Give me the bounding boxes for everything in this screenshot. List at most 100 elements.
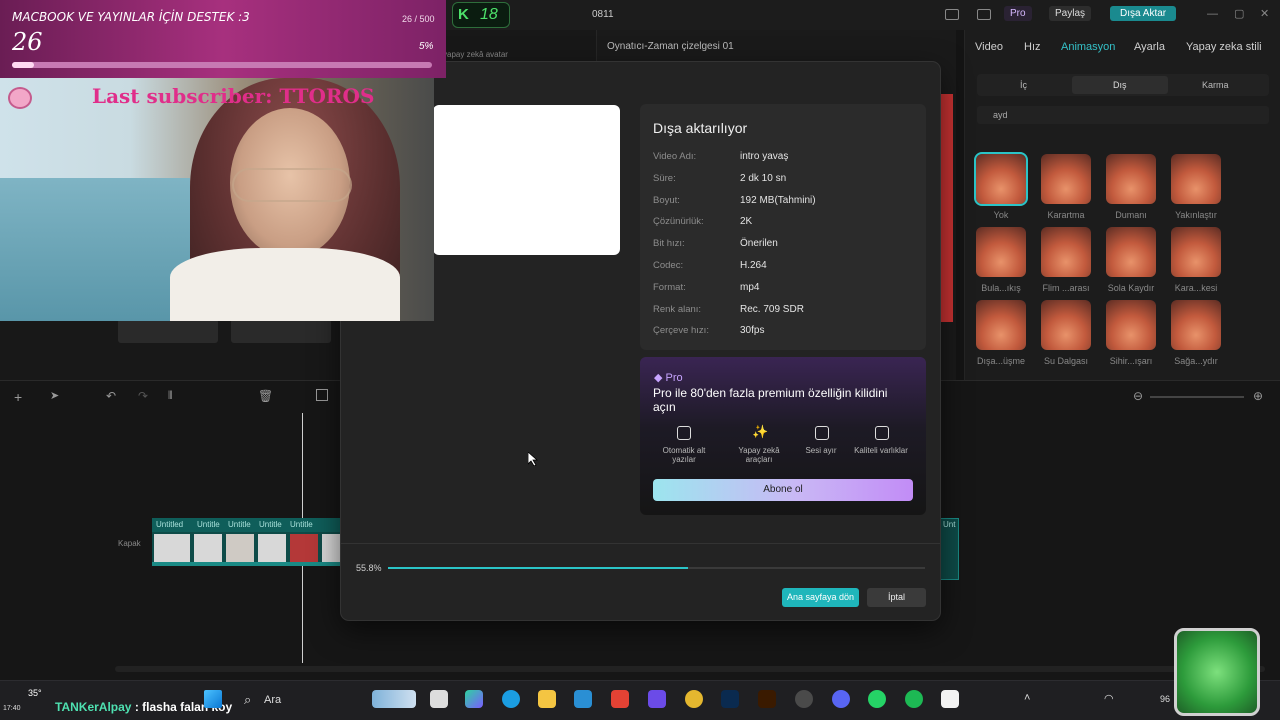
field-key: Video Adı: xyxy=(653,151,697,162)
minimize-icon[interactable]: — xyxy=(1207,8,1218,20)
effect-thumb[interactable] xyxy=(1171,227,1221,277)
wifi-icon[interactable]: ◠ xyxy=(1104,692,1114,705)
discord-icon[interactable] xyxy=(832,690,850,708)
export-progress-text: 55.8% xyxy=(356,563,382,573)
tab-speed[interactable]: Hız xyxy=(1024,41,1041,53)
zoom-slider[interactable] xyxy=(1150,396,1244,398)
effect-thumb[interactable] xyxy=(974,152,1028,206)
field-value: Rec. 709 SDR xyxy=(740,303,804,315)
task-view-icon[interactable] xyxy=(430,690,448,708)
ai-avatar-label[interactable]: yapay zekâ avatar xyxy=(443,50,508,59)
windows-start-icon[interactable] xyxy=(204,690,222,708)
add-icon[interactable]: + xyxy=(14,389,22,405)
cancel-button[interactable]: İptal xyxy=(867,588,926,607)
webcam-glasses xyxy=(232,168,352,202)
jar-overlay-icon xyxy=(1174,628,1260,716)
taskbar-search-input[interactable]: Ara xyxy=(264,694,281,706)
magic-wand-icon: ✨ xyxy=(752,424,769,439)
obs-icon[interactable] xyxy=(795,690,813,708)
select-tool-icon[interactable]: ➤ xyxy=(50,389,59,402)
layout-icon[interactable] xyxy=(945,9,959,20)
effect-thumb[interactable] xyxy=(1106,300,1156,350)
tab-video[interactable]: Video xyxy=(975,41,1003,53)
tab-adjust[interactable]: Ayarla xyxy=(1134,41,1165,53)
effect-label: Kara...kesi xyxy=(1174,283,1218,293)
clip-thumb xyxy=(258,534,286,562)
copilot-icon[interactable] xyxy=(465,690,483,708)
effect-label: Sola Kaydır xyxy=(1107,283,1155,293)
widget-icon[interactable] xyxy=(372,690,416,708)
field-value: H.264 xyxy=(740,260,767,271)
close-icon[interactable]: ✕ xyxy=(1260,7,1269,20)
feature-quality-assets: Kaliteli varlıklar xyxy=(854,446,908,455)
effect-thumb[interactable] xyxy=(1171,154,1221,204)
share-button[interactable]: Paylaş xyxy=(1049,6,1092,21)
effect-thumb[interactable] xyxy=(976,300,1026,350)
effect-label: Yakınlaştır xyxy=(1175,210,1217,220)
spotify-icon[interactable] xyxy=(905,690,923,708)
effect-thumb[interactable] xyxy=(976,227,1026,277)
field-key: Format: xyxy=(653,281,686,293)
whatsapp-icon[interactable] xyxy=(868,690,886,708)
clock[interactable]: 17:40 xyxy=(3,705,21,712)
effect-search-value: ayd xyxy=(993,110,1008,120)
gmail-icon[interactable] xyxy=(611,690,629,708)
illustrator-icon[interactable] xyxy=(758,690,776,708)
tab-animation[interactable]: Animasyon xyxy=(1061,41,1115,53)
capcut-icon[interactable] xyxy=(941,690,959,708)
chevron-up-icon[interactable]: ˄ xyxy=(1024,692,1030,704)
crop-icon[interactable] xyxy=(316,389,328,401)
cursor-arrow-icon xyxy=(528,452,538,466)
redo-icon[interactable]: ↷ xyxy=(138,389,148,403)
timeline-scrollbar[interactable] xyxy=(115,666,1265,672)
weather-temp[interactable]: 35° xyxy=(28,688,42,698)
shortcut-icon[interactable] xyxy=(977,9,991,20)
kick-icon: K xyxy=(458,6,469,23)
quality-assets-icon xyxy=(875,426,889,440)
delete-icon[interactable]: 🗑 xyxy=(258,389,273,403)
effect-thumb[interactable] xyxy=(1106,154,1156,204)
effect-thumb[interactable] xyxy=(1171,300,1221,350)
goal-percent: 5% xyxy=(419,41,434,52)
webcam-person-body xyxy=(170,248,400,321)
undo-icon[interactable]: ↶ xyxy=(106,389,116,403)
subtab-out[interactable]: Dış xyxy=(1113,80,1127,90)
file-explorer-icon[interactable] xyxy=(538,690,556,708)
effect-thumb[interactable] xyxy=(1041,154,1091,204)
back-to-home-button[interactable]: Ana sayfaya dön xyxy=(782,588,859,607)
pro-badge: ◆ Pro xyxy=(654,372,683,384)
split-icon[interactable]: ⫴ xyxy=(168,390,173,403)
effect-label: Dumanı xyxy=(1115,210,1147,220)
webcam-feed xyxy=(0,78,434,321)
field-key: Boyut: xyxy=(653,194,680,206)
clip-thumb xyxy=(154,534,190,562)
effect-search-input[interactable] xyxy=(977,106,1269,124)
outlook-icon[interactable] xyxy=(574,690,592,708)
tab-ai-style[interactable]: Yapay zeka stili xyxy=(1186,41,1262,53)
export-button[interactable]: Dışa Aktar xyxy=(1110,6,1177,21)
cover-label[interactable]: Kapak xyxy=(118,539,141,548)
chrome-icon[interactable] xyxy=(685,690,703,708)
subscribe-button[interactable]: Abone ol xyxy=(653,479,913,501)
clip-thumb xyxy=(322,534,342,562)
search-icon[interactable]: ⌕ xyxy=(244,692,251,708)
effect-thumb[interactable] xyxy=(1041,300,1091,350)
effect-thumb[interactable] xyxy=(1041,227,1091,277)
clip-label: Untitle xyxy=(290,520,313,529)
effect-label: Su Dalgası xyxy=(1043,356,1089,366)
feature-voice-separate: Sesi ayır xyxy=(805,446,837,455)
photoshop-icon[interactable] xyxy=(721,690,739,708)
goal-progress-fill xyxy=(12,62,34,68)
subtab-combo[interactable]: Karma xyxy=(1202,80,1229,90)
subtab-in[interactable]: İç xyxy=(1020,80,1027,90)
maximize-icon[interactable]: ▢ xyxy=(1234,7,1244,20)
edge-icon[interactable] xyxy=(502,690,520,708)
media-thumb[interactable] xyxy=(231,319,331,343)
video-track-clips[interactable] xyxy=(152,532,342,566)
media-thumb[interactable] xyxy=(118,319,218,343)
pro-button[interactable]: Pro xyxy=(1004,6,1032,21)
zoom-out-icon[interactable]: ⊖ xyxy=(1133,389,1143,403)
app-icon[interactable] xyxy=(648,690,666,708)
zoom-in-icon[interactable]: ⊕ xyxy=(1253,389,1263,403)
effect-thumb[interactable] xyxy=(1106,227,1156,277)
